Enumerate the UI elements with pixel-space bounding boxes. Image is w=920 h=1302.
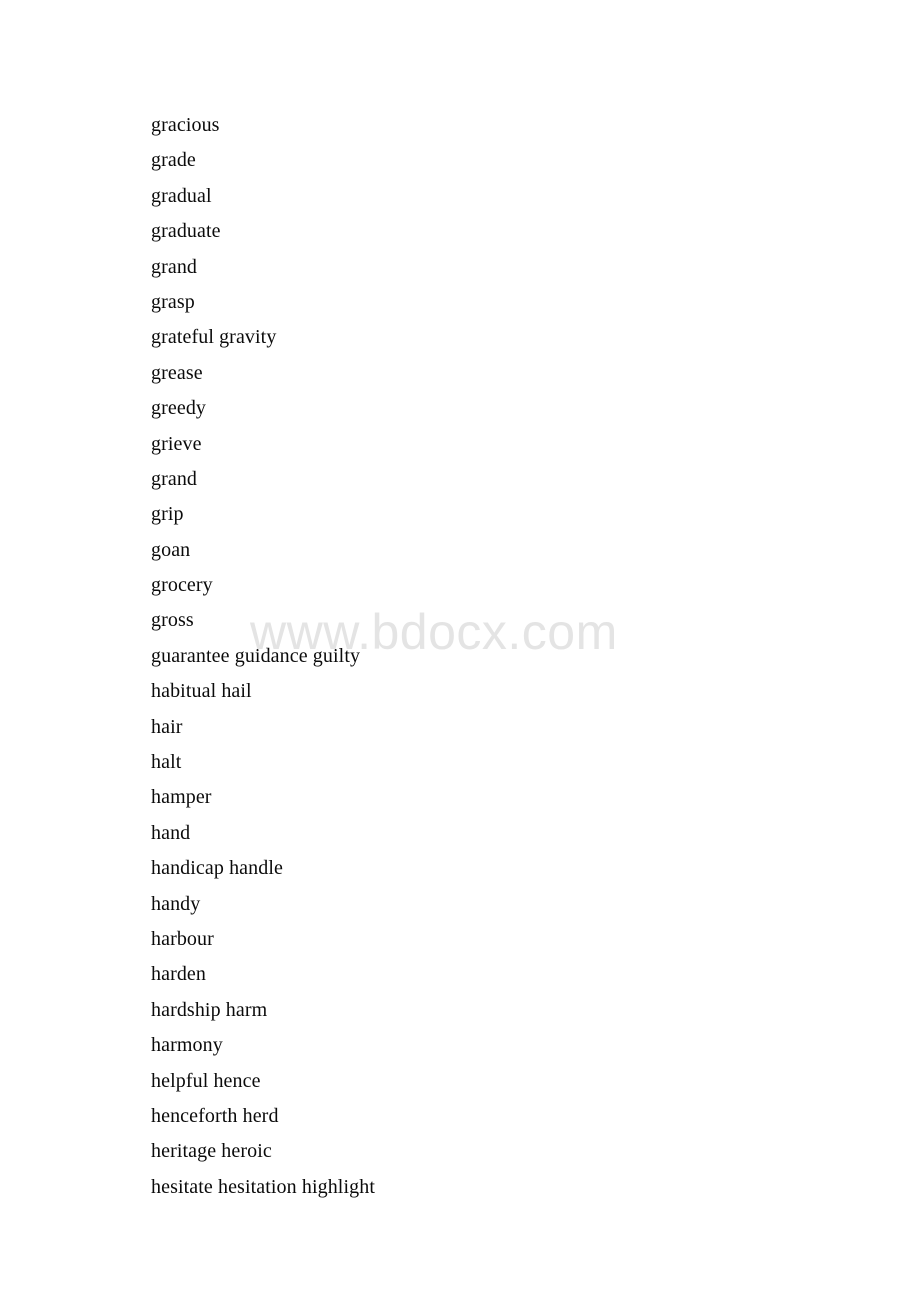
word-list-item: hardship harm <box>151 998 268 1021</box>
word-list-item: grieve <box>151 432 202 455</box>
word-list-item: grasp <box>151 290 195 313</box>
word-list-item: goan <box>151 538 191 561</box>
word-list-item: habitual hail <box>151 680 252 703</box>
word-list-item: henceforth herd <box>151 1104 279 1127</box>
word-list-item: grade <box>151 149 196 172</box>
word-list-item: halt <box>151 751 182 774</box>
word-list-item: hesitate hesitation highlight <box>151 1175 375 1198</box>
word-list-item: harbour <box>151 927 214 950</box>
word-list-item: helpful hence <box>151 1069 261 1092</box>
word-list-item: grocery <box>151 574 213 597</box>
word-list-item: hamper <box>151 786 212 809</box>
word-list-item: grand <box>151 467 198 490</box>
word-list-item: grateful gravity <box>151 326 277 349</box>
word-list-item: guarantee guidance guilty <box>151 644 361 667</box>
document-page: www.bdocx.com gracious grade gradual gra… <box>0 0 920 1302</box>
word-list-item: handicap handle <box>151 857 283 880</box>
word-list-item: handy <box>151 892 201 915</box>
vocabulary-word-list: gracious grade gradual graduate grand gr… <box>151 108 851 1205</box>
word-list-item: hair <box>151 715 183 738</box>
word-list-item: harden <box>151 963 207 986</box>
word-list-item: harmony <box>151 1034 223 1057</box>
word-list-item: grip <box>151 503 184 526</box>
word-list-item: heritage heroic <box>151 1140 272 1163</box>
word-list-item: gradual <box>151 184 212 207</box>
word-list-item: gross <box>151 609 194 632</box>
word-list-item: grease <box>151 361 203 384</box>
word-list-item: grand <box>151 255 198 278</box>
word-list-item: graduate <box>151 220 221 243</box>
word-list-item: gracious <box>151 114 220 136</box>
word-list-item: greedy <box>151 397 207 420</box>
word-list-item: hand <box>151 821 191 844</box>
